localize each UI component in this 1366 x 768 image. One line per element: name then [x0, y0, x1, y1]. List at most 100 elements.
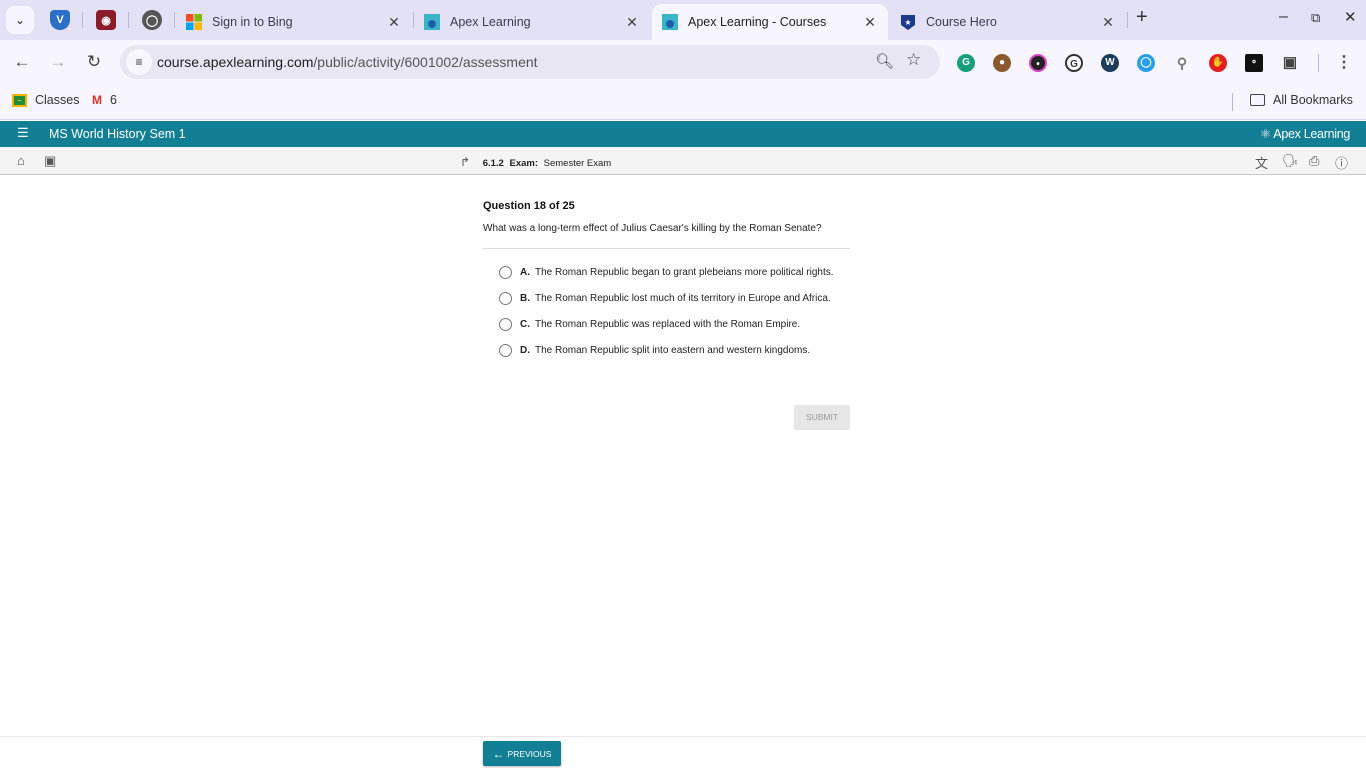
radio-button[interactable] — [499, 266, 512, 279]
choice-b[interactable]: B. The Roman Republic lost much of its t… — [483, 292, 850, 305]
read-aloud-icon[interactable]: 🗣︎ — [1282, 153, 1299, 169]
course-title: MS World History Sem 1 — [49, 127, 186, 141]
tab-separator — [174, 12, 175, 28]
apex-icon — [424, 14, 440, 30]
tab-sign-in-bing[interactable]: Sign in to Bing ✕ — [176, 4, 412, 40]
close-tab-icon[interactable]: ✕ — [386, 14, 402, 31]
footer-nav: ← PREVIOUS — [0, 736, 1366, 768]
site-info-icon[interactable]: ≡ — [126, 49, 152, 75]
w-icon[interactable]: W — [1101, 54, 1119, 72]
browser-tab-strip: ⌄ V ◉ ◯ Sign in to Bing ✕ Apex Learning … — [0, 0, 1366, 40]
previous-label: PREVIOUS — [507, 748, 552, 759]
translate-icon[interactable]: 文 — [1255, 153, 1268, 172]
close-tab-icon[interactable]: ✕ — [862, 14, 878, 31]
gmail-icon: M — [92, 93, 102, 107]
url-text[interactable]: course.apexlearning.com/public/activity/… — [157, 54, 538, 70]
bookmark-label: Classes — [35, 93, 80, 107]
tab-apex-courses[interactable]: Apex Learning - Courses ✕ — [652, 4, 888, 40]
grammarly-icon[interactable]: G — [957, 54, 975, 72]
menu-list-icon[interactable]: ☰ — [17, 125, 29, 141]
choice-letter: B. — [520, 293, 530, 304]
robot-icon[interactable]: • — [1029, 54, 1047, 72]
tab-title: Apex Learning — [450, 15, 531, 29]
apex-icon — [662, 14, 678, 30]
bookmarks-separator — [1232, 93, 1233, 111]
forward-button[interactable]: → — [48, 52, 68, 72]
close-tab-icon[interactable]: ✕ — [624, 14, 640, 31]
print-icon[interactable]: ⎙ — [1309, 153, 1319, 169]
more-menu-icon[interactable]: ⋮ — [1335, 54, 1353, 72]
close-tab-icon[interactable]: ✕ — [1100, 14, 1116, 31]
choice-c[interactable]: C. The Roman Republic was replaced with … — [483, 318, 850, 331]
tab-separator — [1127, 12, 1128, 28]
tab-title: Sign in to Bing — [212, 15, 293, 29]
arrow-left-icon: ← — [492, 746, 505, 761]
share-icon[interactable]: ∘ — [1245, 54, 1263, 72]
url-path: /public/activity/6001002/assessment — [313, 54, 538, 70]
course-hero-icon: ★ — [901, 15, 915, 30]
choice-letter: D. — [520, 345, 530, 356]
choice-text: The Roman Republic began to grant plebei… — [535, 267, 834, 278]
vpn-shield-icon[interactable]: V — [50, 10, 70, 30]
restore-button[interactable]: ⧉ — [1311, 10, 1320, 26]
all-bookmarks-button[interactable]: All Bookmarks — [1250, 93, 1353, 107]
divider — [483, 248, 850, 249]
bookmark-classes[interactable]: Classes — [12, 93, 79, 107]
question-text: What was a long-term effect of Julius Ca… — [483, 223, 822, 234]
choice-text: The Roman Republic lost much of its terr… — [535, 293, 831, 304]
choice-a[interactable]: A. The Roman Republic began to grant ple… — [483, 266, 850, 279]
apex-logo-icon: ⚛ — [1259, 127, 1274, 141]
breadcrumb: ↱ 6.1.2 Exam: Semester Exam — [460, 155, 611, 169]
submit-button[interactable]: SUBMIT — [794, 405, 850, 430]
bookmark-gmail[interactable]: M 6 — [92, 93, 117, 107]
minimize-button[interactable]: – — [1279, 8, 1288, 26]
zoom-icon[interactable]: 🔍︎ — [875, 52, 894, 70]
bookmarks-bar: Classes M 6 All Bookmarks — [0, 84, 1366, 120]
cat-mask-icon[interactable]: ◉ — [96, 10, 116, 30]
bookmark-star-icon[interactable]: ☆ — [906, 50, 921, 70]
cookie-icon[interactable]: ● — [993, 54, 1011, 72]
choice-text: The Roman Republic split into eastern an… — [535, 345, 811, 356]
choice-letter: C. — [520, 319, 530, 330]
address-bar[interactable]: ≡ course.apexlearning.com/public/activit… — [120, 45, 940, 79]
radio-button[interactable] — [499, 292, 512, 305]
puzzle-icon[interactable]: ▣ — [1281, 54, 1299, 72]
reload-button[interactable]: ↻ — [84, 52, 104, 72]
close-window-button[interactable]: ✕ — [1344, 8, 1357, 26]
activity-number: 6.1.2 — [482, 158, 504, 169]
adblock-icon[interactable]: ✋ — [1209, 54, 1227, 72]
chrome-icon[interactable]: ◯ — [142, 10, 162, 30]
toolbar-separator — [1318, 54, 1319, 72]
question-panel: Question 18 of 25 What was a long-term e… — [483, 200, 850, 430]
tab-title: Course Hero — [926, 15, 997, 29]
tab-search-button[interactable]: ⌄ — [6, 6, 34, 34]
tab-title: Apex Learning - Courses — [688, 15, 827, 29]
url-host: course.apexlearning.com — [157, 54, 314, 70]
tab-apex-learning[interactable]: Apex Learning ✕ — [414, 4, 650, 40]
bookmark-label: 6 — [110, 93, 117, 107]
bulb-icon[interactable]: ⚲ — [1173, 54, 1191, 72]
new-tab-button[interactable]: + — [1136, 6, 1148, 29]
home-icon[interactable]: ⌂ — [17, 153, 25, 168]
back-button[interactable]: ← — [12, 52, 32, 72]
help-icon[interactable]: ⓘ — [1335, 153, 1348, 172]
g-icon[interactable]: G — [1065, 54, 1083, 72]
apex-logo: ⚛ Apex Learning — [1260, 126, 1350, 141]
tab-course-hero[interactable]: ★ Course Hero ✕ — [890, 4, 1126, 40]
briefcase-icon[interactable]: ▣ — [44, 153, 56, 169]
chevron-down-icon: ⌄ — [14, 13, 26, 27]
radio-button[interactable] — [499, 318, 512, 331]
radio-button[interactable] — [499, 344, 512, 357]
blue-circle-icon[interactable]: ◯ — [1137, 54, 1155, 72]
apex-logo-text: Apex Learning — [1273, 127, 1350, 141]
choice-letter: A. — [520, 267, 530, 278]
tab-separator — [82, 12, 83, 28]
tab-separator — [128, 12, 129, 28]
svg-text:★: ★ — [904, 18, 911, 27]
browser-toolbar: ← → ↻ ≡ course.apexlearning.com/public/a… — [0, 40, 1366, 84]
up-arrow-icon[interactable]: ↱ — [460, 155, 470, 169]
previous-button[interactable]: ← PREVIOUS — [483, 741, 561, 766]
activity-name: Semester Exam — [543, 158, 612, 169]
choice-d[interactable]: D. The Roman Republic split into eastern… — [483, 344, 850, 357]
folder-icon — [1250, 94, 1265, 106]
